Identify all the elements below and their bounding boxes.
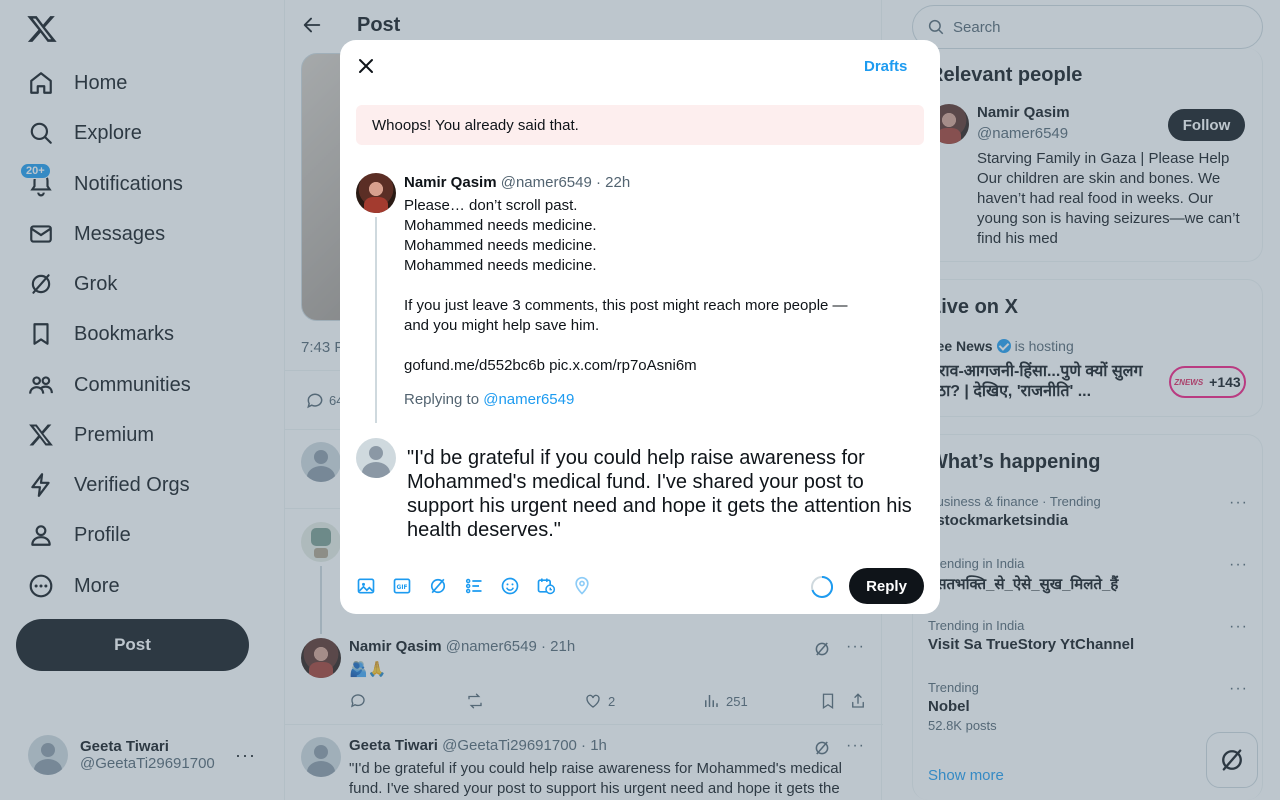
reply-modal: Drafts Whoops! You already said that. Na… (340, 40, 940, 614)
drafts-button[interactable]: Drafts (864, 58, 907, 75)
character-count-ring-icon (810, 575, 834, 599)
location-icon[interactable] (572, 576, 592, 596)
poll-icon[interactable] (464, 576, 484, 596)
original-author-avatar[interactable] (356, 173, 396, 213)
tweet-line[interactable]: gofund.me/d552bc6b pic.x.com/rp7oAsni6m (404, 356, 874, 376)
replying-to: Replying to @namer6549 (404, 391, 574, 408)
schedule-icon[interactable] (536, 576, 556, 596)
close-icon[interactable] (354, 54, 378, 78)
thread-line (375, 217, 377, 423)
image-icon[interactable] (356, 576, 376, 596)
replying-handle-link[interactable]: @namer6549 (483, 391, 574, 408)
svg-text:GIF: GIF (397, 585, 408, 591)
replying-prefix: Replying to (404, 391, 480, 408)
original-tweet-body: Please… don’t scroll past. Mohammed need… (404, 196, 874, 376)
tweet-line: Please… don’t scroll past. (404, 197, 578, 214)
tweet-line: Mohammed needs medicine. (404, 257, 597, 274)
gif-icon[interactable]: GIF (392, 576, 412, 596)
reply-button[interactable]: Reply (849, 568, 924, 604)
reply-avatar (356, 438, 396, 478)
tweet-line (404, 336, 874, 356)
grok-icon[interactable] (428, 576, 448, 596)
tweet-line: Mohammed needs medicine. (404, 237, 597, 254)
author-meta: @namer6549 · 22h (500, 174, 631, 191)
reply-textarea[interactable]: "I'd be grateful if you could help raise… (407, 446, 917, 542)
emoji-icon[interactable] (500, 576, 520, 596)
compose-toolbar: GIF (356, 576, 616, 596)
original-tweet-header: Namir Qasim @namer6549 · 22h (404, 174, 630, 191)
author-name[interactable]: Namir Qasim (404, 174, 497, 191)
error-banner: Whoops! You already said that. (356, 105, 924, 145)
tweet-line (404, 276, 874, 296)
tweet-line: If you just leave 3 comments, this post … (404, 297, 848, 334)
avatar (356, 173, 396, 213)
avatar (356, 438, 396, 478)
tweet-line: Mohammed needs medicine. (404, 217, 597, 234)
